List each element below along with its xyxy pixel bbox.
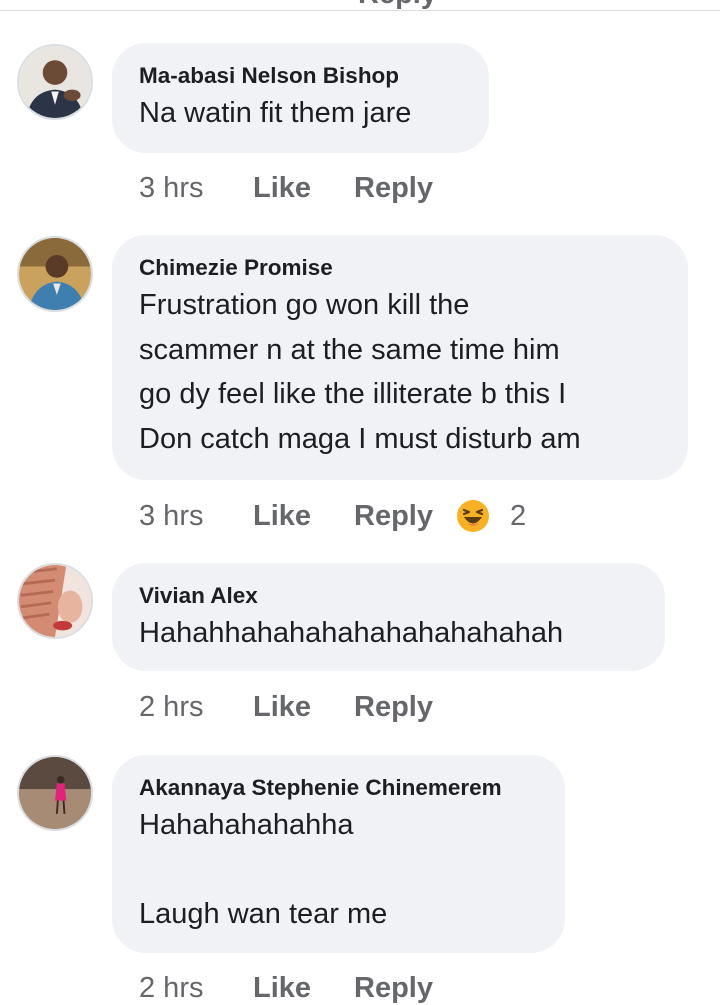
comment-actions: 2 hrs Like Reply <box>139 691 433 724</box>
comment-actions: 3 hrs Like Reply <box>139 172 433 205</box>
reply-button[interactable]: Reply <box>354 972 433 1005</box>
reply-button[interactable]: Reply <box>354 691 433 724</box>
comment-bubble: Chimezie Promise Frustration go won kill… <box>112 235 688 480</box>
like-button[interactable]: Like <box>253 172 354 205</box>
comment-author[interactable]: Chimezie Promise <box>139 255 660 281</box>
comment-timestamp[interactable]: 2 hrs <box>139 972 253 1005</box>
comment-text: Frustration go won kill the scammer n at… <box>139 289 581 455</box>
comment-timestamp[interactable]: 3 hrs <box>139 500 253 533</box>
avatar[interactable] <box>17 755 93 831</box>
like-button[interactable]: Like <box>253 691 354 724</box>
comment-actions: 2 hrs Like Reply <box>139 972 433 1005</box>
previous-reply-link[interactable]: Reply <box>358 0 437 11</box>
avatar-image <box>19 565 91 637</box>
avatar[interactable] <box>17 236 93 312</box>
reply-button[interactable]: Reply <box>354 500 433 533</box>
comment-timestamp[interactable]: 2 hrs <box>139 691 253 724</box>
reaction-summary[interactable]: 2 <box>456 499 526 533</box>
comment-text: Na watin fit them jare <box>139 97 412 129</box>
like-button[interactable]: Like <box>253 972 354 1005</box>
comment-author[interactable]: Ma-abasi Nelson Bishop <box>139 63 461 89</box>
laughing-emoji-icon <box>456 500 489 532</box>
comment-author[interactable]: Akannaya Stephenie Chinemerem <box>139 775 537 801</box>
like-button[interactable]: Like <box>253 500 354 533</box>
avatar-image <box>19 757 91 829</box>
comment-bubble: Ma-abasi Nelson Bishop Na watin fit them… <box>112 43 489 153</box>
comment-bubble: Akannaya Stephenie Chinemerem Hahahahaha… <box>112 755 565 953</box>
reaction-count: 2 <box>509 499 527 532</box>
avatar[interactable] <box>17 44 93 120</box>
comment-text: Hahahahahahha Laugh wan tear me <box>139 809 388 930</box>
comment-text: Hahahhahahahahahahahahahah <box>139 617 564 649</box>
avatar-image <box>19 238 91 310</box>
comment-author[interactable]: Vivian Alex <box>139 583 637 609</box>
avatar-image <box>19 46 91 118</box>
reply-button[interactable]: Reply <box>354 172 433 205</box>
comment-bubble: Vivian Alex Hahahhahahahahahahahahahah <box>112 563 665 671</box>
comment-timestamp[interactable]: 3 hrs <box>139 172 253 205</box>
avatar[interactable] <box>17 563 93 639</box>
comment-actions: 3 hrs Like Reply 2 <box>139 499 526 533</box>
